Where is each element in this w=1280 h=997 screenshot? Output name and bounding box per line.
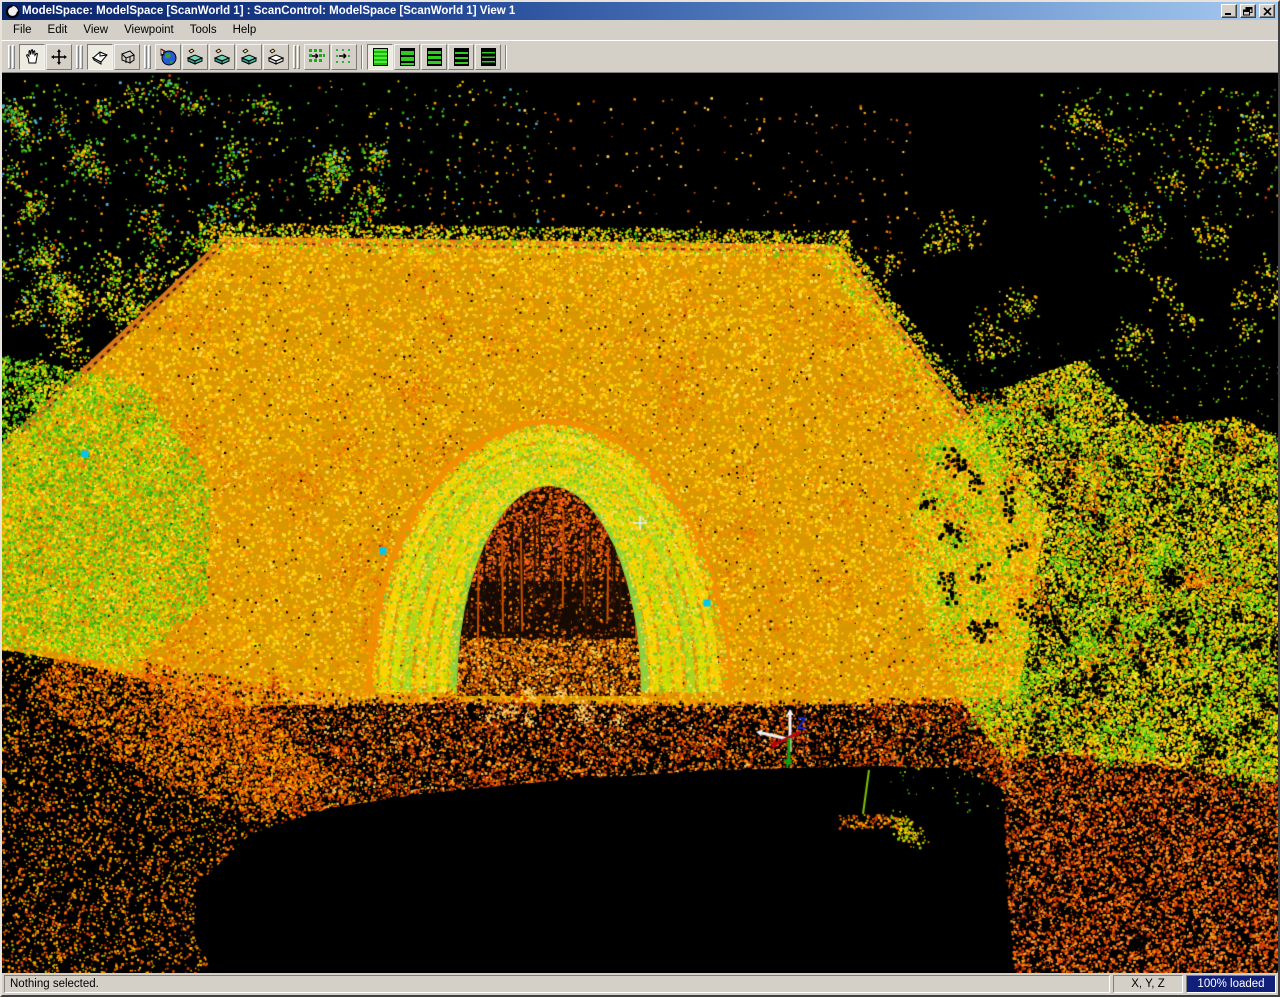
teal-box-icon [239, 48, 259, 66]
density-1-icon [373, 48, 388, 66]
window-title: ModelSpace: ModelSpace [ScanWorld 1] : S… [22, 2, 1218, 20]
render-wireframe-button[interactable] [114, 44, 140, 70]
app-logo-icon [5, 4, 19, 18]
menu-edit[interactable]: Edit [40, 22, 76, 38]
app-window: ModelSpace: ModelSpace [ScanWorld 1] : S… [0, 0, 1280, 997]
toolbar [2, 40, 1278, 73]
density-3-icon [427, 48, 442, 66]
shaded-box-icon [91, 49, 109, 65]
four-way-arrows-icon [50, 48, 68, 66]
density-4-icon [454, 48, 469, 66]
menu-view[interactable]: View [75, 22, 116, 38]
wireframe-box-icon [118, 49, 136, 65]
menu-viewpoint[interactable]: Viewpoint [116, 22, 182, 38]
minimize-icon[interactable] [1221, 4, 1237, 18]
status-bar: Nothing selected. X, Y, Z 100% loaded [2, 973, 1278, 995]
dense-grid-arrow-icon [308, 48, 326, 66]
toolbar-separator [505, 45, 507, 69]
toolbar-grip[interactable] [144, 45, 151, 69]
render-shaded-button[interactable] [87, 44, 113, 70]
density-2-icon [400, 48, 415, 66]
menu-tools[interactable]: Tools [182, 22, 225, 38]
globe-icon [159, 48, 177, 66]
limit-box-reset-button[interactable] [263, 44, 289, 70]
coords-indicator: X, Y, Z [1113, 975, 1183, 993]
density-level-2-button[interactable] [394, 44, 420, 70]
close-icon[interactable] [1259, 4, 1275, 18]
density-5-icon [481, 48, 496, 66]
load-progress: 100% loaded [1186, 975, 1276, 993]
limit-box-2-button[interactable] [209, 44, 235, 70]
limit-box-3-button[interactable] [236, 44, 262, 70]
toolbar-grip[interactable] [8, 45, 15, 69]
pointcloud-viewport[interactable] [2, 73, 1278, 973]
status-message: Nothing selected. [4, 975, 1110, 993]
toolbar-grip[interactable] [76, 45, 83, 69]
pointcloud-canvas[interactable] [2, 73, 1278, 973]
subsample-sparse-button[interactable] [331, 44, 357, 70]
hand-icon [24, 48, 41, 65]
white-box-icon [266, 48, 286, 66]
teal-box-icon [212, 48, 232, 66]
density-level-5-button[interactable] [475, 44, 501, 70]
viewpoint-globe-button[interactable] [155, 44, 181, 70]
teal-box-icon [185, 48, 205, 66]
subsample-dense-button[interactable] [304, 44, 330, 70]
limit-box-1-button[interactable] [182, 44, 208, 70]
pan-zoom-button[interactable] [46, 44, 72, 70]
pan-hand-button[interactable] [19, 44, 45, 70]
sparse-grid-arrow-icon [335, 48, 353, 66]
menu-bar: File Edit View Viewpoint Tools Help [2, 20, 1278, 40]
density-level-4-button[interactable] [448, 44, 474, 70]
density-level-1-button[interactable] [367, 44, 393, 70]
restore-icon[interactable] [1240, 4, 1256, 18]
toolbar-separator [361, 45, 363, 69]
menu-file[interactable]: File [5, 22, 40, 38]
title-bar[interactable]: ModelSpace: ModelSpace [ScanWorld 1] : S… [2, 2, 1278, 20]
toolbar-grip[interactable] [293, 45, 300, 69]
menu-help[interactable]: Help [225, 22, 265, 38]
density-level-3-button[interactable] [421, 44, 447, 70]
